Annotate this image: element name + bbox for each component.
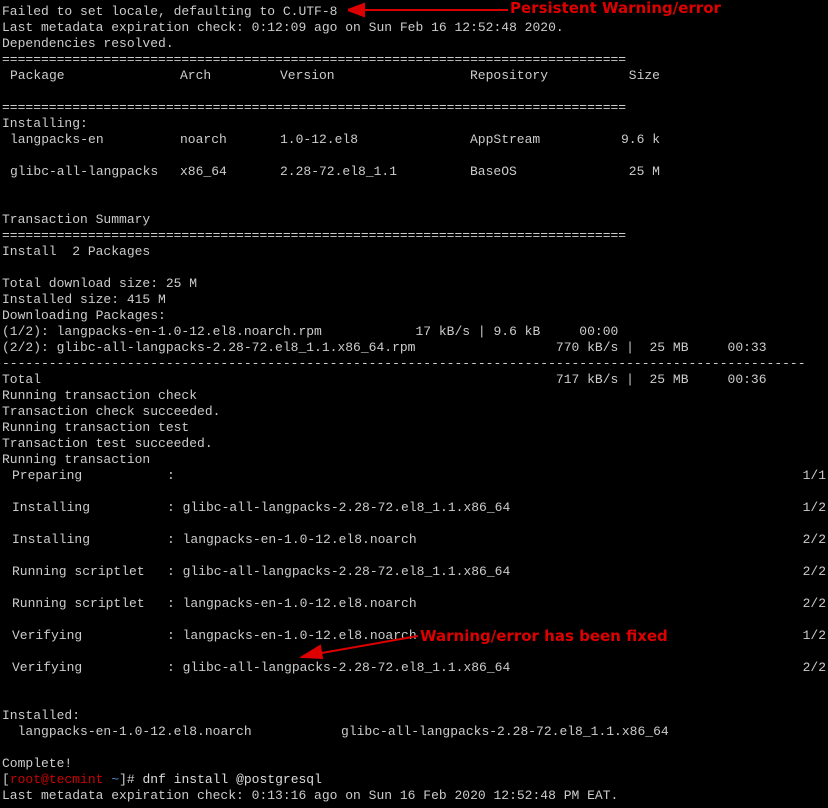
line: Total download size: 25 M — [2, 276, 197, 291]
line: Installed size: 415 M — [2, 292, 166, 307]
line: Running transaction — [2, 452, 150, 467]
line: Running transaction check — [2, 388, 197, 403]
line: Total 717 kB/s | 25 MB 00:36 — [2, 372, 767, 387]
arrow-icon — [300, 632, 420, 662]
prompt-line[interactable]: [root@tecmint ~]# dnf install @postgresq… — [2, 772, 322, 787]
line: Transaction test succeeded. — [2, 436, 213, 451]
annotation-warning-fixed: Warning/error has been fixed — [420, 628, 668, 644]
table-row: langpacks-ennoarch1.0-12.el8AppStream9.6… — [2, 132, 826, 148]
line: Transaction check succeeded. — [2, 404, 220, 419]
line: (1/2): langpacks-en-1.0-12.el8.noarch.rp… — [2, 324, 618, 339]
line: Failed to set locale, defaulting to C.UT… — [2, 4, 337, 19]
progress-row: Running scriptlet: langpacks-en-1.0-12.e… — [2, 596, 826, 612]
line: Install 2 Packages — [2, 244, 150, 259]
line: Last metadata expiration check: 0:12:09 … — [2, 20, 564, 35]
line: langpacks-en-1.0-12.el8.noarch glibc-all… — [2, 724, 669, 739]
terminal-output[interactable]: Failed to set locale, defaulting to C.UT… — [2, 4, 826, 804]
section-label: Installing: — [2, 116, 88, 131]
table-row: glibc-all-langpacksx86_642.28-72.el8_1.1… — [2, 164, 826, 180]
line: Complete! — [2, 756, 72, 771]
section-label: Transaction Summary — [2, 212, 150, 227]
progress-row: Preparing:1/1 — [2, 468, 826, 484]
arrow-icon — [348, 2, 508, 20]
progress-row: Installing: langpacks-en-1.0-12.el8.noar… — [2, 532, 826, 548]
line: Last metadata expiration check: 0:13:16 … — [2, 788, 618, 803]
table-header: PackageArchVersionRepositorySize — [2, 68, 826, 84]
line: (2/2): glibc-all-langpacks-2.28-72.el8_1… — [2, 340, 767, 355]
annotation-persistent-warning: Persistent Warning/error — [510, 0, 721, 16]
separator: ========================================… — [2, 100, 626, 115]
progress-row: Running scriptlet: glibc-all-langpacks-2… — [2, 564, 826, 580]
separator: ========================================… — [2, 52, 626, 67]
section-label: Installed: — [2, 708, 80, 723]
separator: ========================================… — [2, 228, 626, 243]
progress-row: Verifying: glibc-all-langpacks-2.28-72.e… — [2, 660, 826, 676]
line: Dependencies resolved. — [2, 36, 174, 51]
line: Downloading Packages: — [2, 308, 166, 323]
separator: ----------------------------------------… — [2, 356, 806, 371]
progress-row: Installing: glibc-all-langpacks-2.28-72.… — [2, 500, 826, 516]
line: Running transaction test — [2, 420, 189, 435]
